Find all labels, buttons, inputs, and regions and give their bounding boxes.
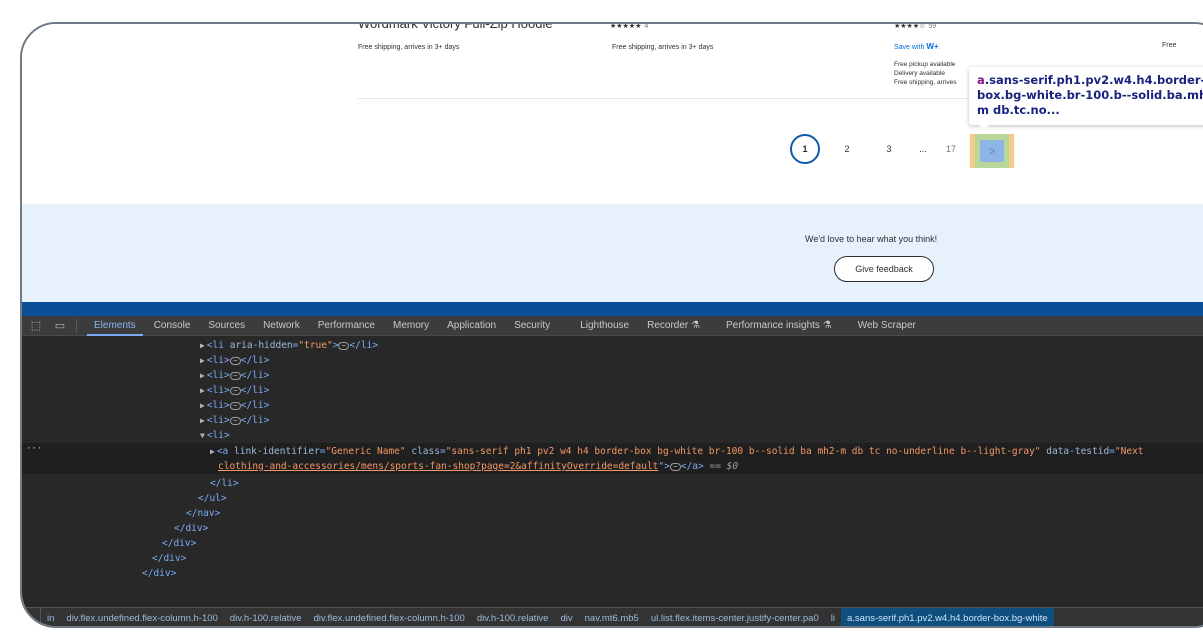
product-rating: ★★★★★ 4 [610, 23, 649, 30]
product-shipping: Free [1162, 42, 1177, 49]
breadcrumb-item[interactable]: in [40, 607, 60, 626]
devtools-tabbar: ⬚ ▭ Elements Console Sources Network Per… [22, 316, 1203, 336]
dom-node[interactable]: ▶ <li aria-hidden="true">… </li> [200, 338, 378, 353]
collapsed-content-icon[interactable]: … [229, 356, 241, 365]
page-2-button[interactable]: 2 [832, 134, 862, 164]
breadcrumb-item[interactable]: div.h-100.relative [224, 608, 308, 627]
page-3-button[interactable]: 3 [874, 134, 904, 164]
breadcrumb-item-active[interactable]: a.sans-serif.ph1.pv2.w4.h4.border-box.bg… [840, 607, 1054, 626]
dom-close-tag[interactable]: </nav> [186, 506, 220, 521]
collapsed-content-icon[interactable]: … [338, 341, 350, 350]
tab-elements[interactable]: Elements [85, 316, 145, 336]
device-toolbar-icon[interactable]: ▭ [50, 317, 70, 335]
breadcrumb-item[interactable]: nav.mt6.mb5 [579, 608, 645, 627]
pagination-ellipsis: ... [919, 144, 927, 154]
spark-icon: ⁚ [938, 44, 941, 51]
dom-close-tag[interactable]: </ul> [198, 491, 227, 506]
breadcrumb-item[interactable]: div.flex.undefined.flex-column.h-100 [60, 608, 223, 627]
star-rating-icon: ★★★★☆ [894, 23, 926, 30]
tooltip-arrow [978, 124, 990, 130]
collapsed-content-icon[interactable]: … [229, 386, 241, 395]
save-with-walmart-plus[interactable]: Save with W+⁚ [894, 42, 941, 51]
selected-anchor-line[interactable]: ▶ <a link-identifier="Generic Name" class… [210, 444, 1144, 459]
breadcrumb-item[interactable]: li [825, 608, 841, 627]
feedback-prompt: We'd love to hear what you think! [805, 234, 938, 244]
walmart-plus-logo: W+ [926, 42, 939, 51]
page-1-button[interactable]: 1 [790, 134, 820, 164]
dom-node[interactable]: ▶ <li>… </li> [200, 383, 269, 398]
expand-arrow-icon[interactable]: ▶ [200, 401, 205, 410]
breadcrumb-item[interactable]: div.h-100.relative [471, 608, 555, 627]
collapsed-content-icon[interactable]: … [229, 371, 241, 380]
star-rating-icon: ★★★★★ [610, 23, 642, 30]
tab-application[interactable]: Application [438, 316, 505, 336]
inspect-tooltip: a.sans-serif.ph1.pv2.w4.h4.border-box.bg… [969, 67, 1203, 125]
dom-close-tag[interactable]: </div> [174, 521, 208, 536]
collapse-arrow-icon[interactable]: ▼ [200, 431, 205, 440]
inspect-element-icon[interactable]: ⬚ [26, 317, 46, 335]
fulfillment-info: Free pickup available Delivery available… [894, 61, 957, 86]
dom-node[interactable]: ▶ <li>… </li> [200, 368, 269, 383]
dom-node[interactable]: ▶ <li>… </li> [200, 413, 269, 428]
dom-close-tag[interactable]: </div> [152, 551, 186, 566]
give-feedback-button[interactable]: Give feedback [834, 256, 934, 282]
collapsed-content-icon[interactable]: … [229, 401, 241, 410]
product-shipping: Free shipping, arrives in 3+ days [612, 44, 714, 51]
expand-arrow-icon[interactable]: ▶ [200, 356, 205, 365]
selected-anchor-href[interactable]: clothing-and-accessories/mens/sports-fan… [218, 459, 738, 474]
expand-arrow-icon[interactable]: ▶ [200, 416, 205, 425]
next-page-button[interactable]: > [980, 140, 1004, 162]
tab-network[interactable]: Network [254, 316, 309, 336]
tab-recorder[interactable]: Recorder ⚗ [638, 316, 709, 336]
rating-count: 4 [644, 23, 649, 30]
dom-close-tag[interactable]: </li> [210, 476, 239, 491]
dom-close-tag[interactable]: </div> [162, 536, 196, 551]
tab-sources[interactable]: Sources [199, 316, 254, 336]
dom-node[interactable]: ▶ <li>… </li> [200, 353, 269, 368]
next-page-highlight: > [970, 134, 1014, 168]
expand-arrow-icon[interactable]: ▶ [210, 447, 215, 456]
collapsed-content-icon[interactable]: … [669, 462, 681, 471]
breadcrumb: in div.flex.undefined.flex-column.h-100 … [22, 607, 1203, 627]
expand-arrow-icon[interactable]: ▶ [200, 341, 205, 350]
dom-node[interactable]: ▶ <li>… </li> [200, 398, 269, 413]
footer-bar [22, 302, 1203, 316]
expand-arrow-icon[interactable]: ▶ [200, 371, 205, 380]
web-page: Wordmark Victory Full-Zip Hoodie Free sh… [22, 24, 1203, 302]
tab-memory[interactable]: Memory [384, 316, 438, 336]
more-options-icon[interactable]: ··· [26, 444, 42, 454]
product-rating: ★★★★☆ 59 [894, 23, 937, 30]
product-title[interactable]: Wordmark Victory Full-Zip Hoodie [358, 24, 553, 31]
devtools-panel: ⬚ ▭ Elements Console Sources Network Per… [22, 316, 1203, 626]
tab-performance[interactable]: Performance [309, 316, 384, 336]
dom-node-expanded[interactable]: ▼ <li> [200, 428, 230, 443]
screen-frame: Wordmark Victory Full-Zip Hoodie Free sh… [20, 22, 1203, 628]
tab-lighthouse[interactable]: Lighthouse [571, 316, 638, 336]
tab-console[interactable]: Console [145, 316, 200, 336]
page-17-button[interactable]: 17 [936, 134, 966, 164]
dom-close-tag[interactable]: </div> [142, 566, 176, 581]
feedback-section: We'd love to hear what you think! Give f… [22, 204, 1203, 302]
href-link[interactable]: clothing-and-accessories/mens/sports-fan… [218, 461, 658, 472]
tab-web-scraper[interactable]: Web Scraper [849, 316, 925, 336]
tab-performance-insights[interactable]: Performance insights ⚗ [717, 316, 841, 336]
product-shipping: Free shipping, arrives in 3+ days [358, 44, 460, 51]
rating-count: 59 [928, 23, 937, 30]
collapsed-content-icon[interactable]: … [229, 416, 241, 425]
breadcrumb-item[interactable]: div.flex.undefined.flex-column.h-100 [307, 608, 470, 627]
chevron-right-icon: > [988, 144, 996, 158]
expand-arrow-icon[interactable]: ▶ [200, 386, 205, 395]
tab-security[interactable]: Security [505, 316, 559, 336]
breadcrumb-item[interactable]: div [554, 608, 578, 627]
breadcrumb-item[interactable]: ul.list.flex.items-center.justify-center… [645, 608, 825, 627]
pagination: 1 2 3 ... 17 [790, 134, 978, 164]
